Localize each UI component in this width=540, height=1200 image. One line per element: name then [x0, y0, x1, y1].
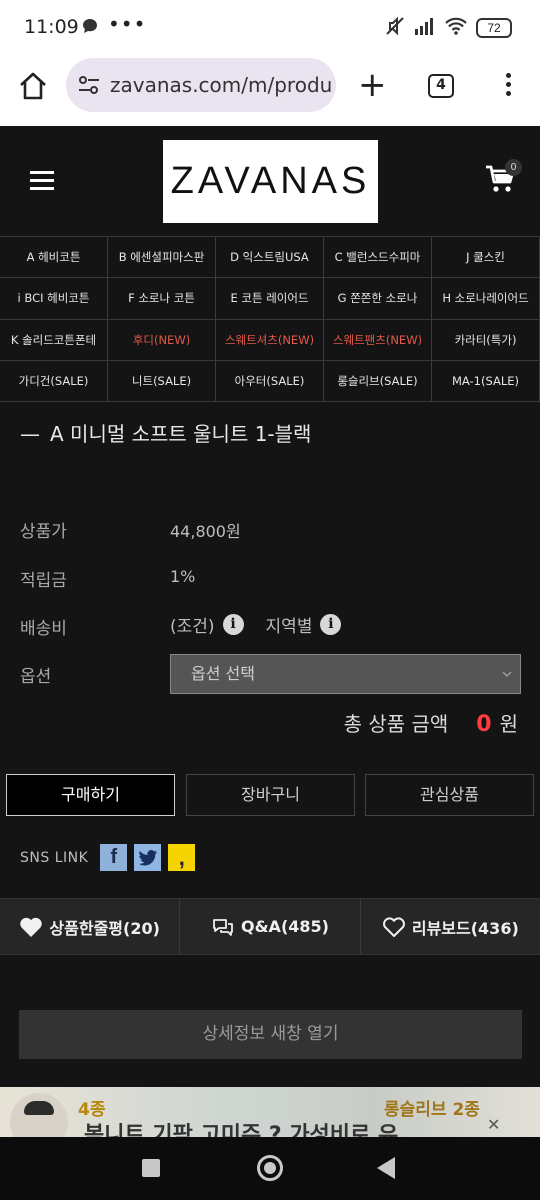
buy-button[interactable]: 구매하기	[6, 774, 175, 816]
home-button[interactable]	[257, 1155, 283, 1181]
system-nav-bar	[0, 1137, 540, 1200]
category-item[interactable]: 아우터(SALE)	[216, 360, 324, 402]
sns-label: SNS LINK	[20, 849, 89, 866]
tab-one-line-reviews-label: 상품한줄평(20)	[49, 918, 160, 938]
tab-qna[interactable]: Q&A(485)	[180, 899, 361, 954]
sns-links: SNS LINK f ,	[20, 844, 202, 871]
total-label: 총 상품 금액	[343, 712, 449, 736]
points-value: 1%	[170, 567, 196, 586]
signal-icon	[414, 16, 436, 40]
chat-bubbles-icon	[213, 918, 233, 936]
promo-banner[interactable]: 4종 봄니트 기팍 고미주 ? 가성비로 유 롱슬리브 2종 ✕	[0, 1087, 540, 1137]
new-tab-button[interactable]: +	[358, 68, 387, 102]
category-item[interactable]: 가디건(SALE)	[0, 360, 108, 402]
tab-one-line-reviews[interactable]: 상품한줄평(20)	[0, 899, 181, 954]
banner-headline: 봄니트 기팍 고미주 ? 가성비로 유	[84, 1123, 399, 1137]
add-to-cart-button[interactable]: 장바구니	[186, 774, 355, 816]
tab-switcher-button[interactable]: 4	[428, 74, 454, 98]
url-text[interactable]: zavanas.com/m/produ	[110, 73, 332, 97]
price-value: 44,800원	[170, 522, 241, 541]
category-item[interactable]: F 소로나 코튼	[108, 278, 216, 320]
category-item[interactable]: H 소로나레이어드	[432, 278, 540, 320]
banner-tag-right: 롱슬리브 2종	[384, 1100, 480, 1120]
open-detail-window-button[interactable]: 상세정보 새창 열기	[19, 1010, 522, 1059]
category-nav-grid: A 헤비코튼 B 에센셜피마스판 D 익스트림USA C 밸런스드수피마 J 쿨스킨 i …	[0, 236, 540, 402]
mute-icon	[384, 15, 406, 41]
price-label: 상품가	[20, 522, 67, 542]
wifi-icon	[444, 16, 468, 40]
category-item[interactable]: A 헤비코튼	[0, 237, 108, 279]
site-settings-icon[interactable]	[78, 75, 100, 99]
more-notifications-icon: •••	[108, 12, 147, 36]
option-select[interactable]: 옵션 선택	[170, 654, 521, 694]
browser-menu-icon[interactable]	[498, 70, 518, 104]
category-item[interactable]: G 쫀쫀한 소로나	[324, 278, 432, 320]
product-title-text: A 미니멀 소프트 울니트 1-블랙	[50, 422, 312, 446]
product-title: — A 미니멀 소프트 울니트 1-블랙	[20, 418, 311, 447]
category-item[interactable]: E 코튼 레이어드	[216, 278, 324, 320]
home-icon[interactable]	[16, 69, 52, 105]
status-bar: 11:09 ••• 72	[0, 0, 540, 56]
shipping-condition: (조건)	[170, 617, 215, 637]
wishlist-button[interactable]: 관심상품	[365, 774, 534, 816]
total-amount: 0	[476, 712, 492, 737]
tab-review-board-label: 리뷰보드(436)	[411, 918, 519, 938]
points-label: 적립금	[20, 571, 67, 591]
category-item[interactable]: 롱슬리브(SALE)	[324, 360, 432, 402]
category-item[interactable]: MA-1(SALE)	[432, 360, 540, 402]
tab-review-board[interactable]: 리뷰보드(436)	[361, 899, 540, 954]
banner-avatar-image	[10, 1093, 68, 1137]
category-item[interactable]: D 익스트림USA	[216, 237, 324, 279]
total-unit: 원	[499, 712, 518, 736]
category-item[interactable]: K 솔리드코튼폰테	[0, 319, 108, 361]
category-item[interactable]: 니트(SALE)	[108, 360, 216, 402]
facebook-icon[interactable]: f	[100, 844, 128, 871]
shipping-label: 배송비	[20, 619, 67, 639]
heart-filled-icon	[20, 917, 43, 937]
category-item[interactable]: B 에센셜피마스판	[108, 237, 216, 279]
status-time: 11:09	[24, 16, 79, 38]
shipping-values: (조건) i 지역별 i	[170, 612, 363, 637]
site-header: ZAVANAS 0	[0, 126, 540, 236]
category-item[interactable]: 스웨트팬츠(NEW)	[324, 319, 432, 361]
review-tabs: 상품한줄평(20) Q&A(485) 리뷰보드(436)	[0, 898, 540, 955]
tab-qna-label: Q&A(485)	[241, 917, 329, 936]
chat-notification-icon	[82, 18, 98, 38]
browser-toolbar: zavanas.com/m/produ + 4	[0, 56, 540, 126]
shipping-info-icon[interactable]: i	[222, 614, 244, 635]
address-bar[interactable]: zavanas.com/m/produ	[66, 58, 336, 112]
site-logo[interactable]: ZAVANAS	[163, 140, 378, 223]
cart-count-badge: 0	[505, 159, 522, 176]
category-item[interactable]: C 밸런스드수피마	[324, 237, 432, 279]
category-item[interactable]: 카라티(특가)	[432, 319, 540, 361]
hamburger-menu-icon[interactable]	[30, 171, 54, 191]
category-item[interactable]: J 쿨스킨	[432, 237, 540, 279]
region-info-icon[interactable]: i	[320, 614, 342, 635]
chevron-down-icon	[502, 655, 512, 709]
battery-icon: 72	[476, 18, 512, 38]
category-item[interactable]: i BCI 헤비코튼	[0, 278, 108, 320]
shipping-region: 지역별	[265, 617, 313, 637]
option-select-value: 옵션 선택	[191, 664, 255, 683]
banner-close-icon[interactable]: ✕	[487, 1115, 500, 1134]
back-button[interactable]	[377, 1157, 395, 1179]
total-price: 총 상품 금액 0 원	[344, 708, 518, 737]
heart-outline-icon	[382, 916, 405, 937]
recent-apps-button[interactable]	[142, 1159, 160, 1177]
title-dash: —	[20, 422, 40, 446]
category-item[interactable]: 스웨트셔츠(NEW)	[216, 319, 324, 361]
kakao-icon[interactable]: ,	[168, 844, 196, 871]
option-label: 옵션	[20, 667, 52, 687]
category-item[interactable]: 후디(NEW)	[108, 319, 216, 361]
twitter-icon[interactable]	[134, 844, 162, 871]
